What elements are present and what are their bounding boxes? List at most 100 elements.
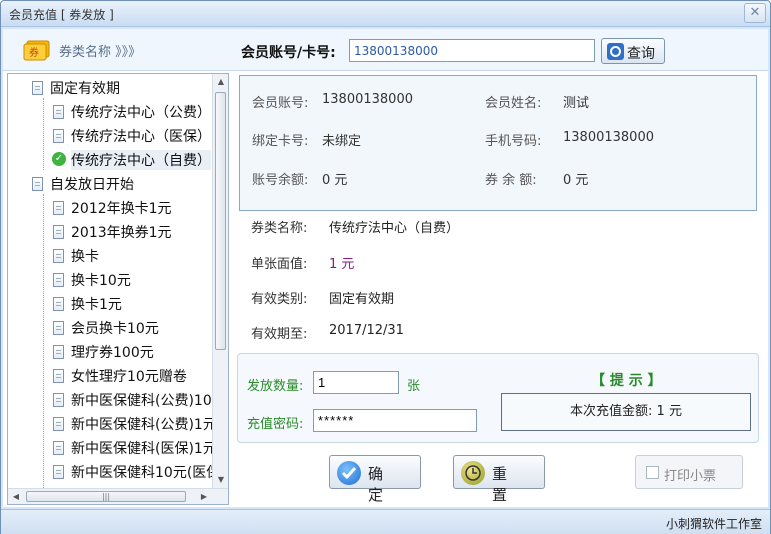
tree-connector xyxy=(43,194,44,488)
status-text: 小刺猬软件工作室 xyxy=(665,517,762,531)
password-input[interactable] xyxy=(313,409,477,432)
tree-item[interactable]: 传统疗法中心（医保） xyxy=(8,124,213,148)
expiry-row: 有效期至: 2017/12/31 xyxy=(251,323,404,342)
document-icon xyxy=(53,441,64,455)
password-label: 充值密码: xyxy=(247,417,304,432)
scroll-left-icon[interactable]: ◀ xyxy=(8,489,24,504)
document-icon xyxy=(53,105,64,119)
quantity-unit: 张 xyxy=(407,379,421,394)
coupon-icon: 券 xyxy=(23,40,50,61)
tree-item-label: 换卡 xyxy=(71,249,99,265)
checkbox-icon[interactable] xyxy=(646,466,659,479)
member-account-label: 会员账号: xyxy=(252,96,309,111)
tree-item-label: 新中医保健科(医保)1元 xyxy=(71,441,213,457)
quantity-input[interactable] xyxy=(313,371,399,394)
svg-text:券: 券 xyxy=(29,46,39,59)
expiry-label: 有效期至: xyxy=(251,327,308,342)
card-value: 未绑定 xyxy=(322,134,362,149)
tree-horizontal-scrollbar[interactable]: ◀ ||| ▶ xyxy=(8,488,228,504)
query-button[interactable]: 查询 xyxy=(601,38,665,64)
scroll-right-icon[interactable]: ▶ xyxy=(196,489,212,504)
tree-item[interactable]: 2013年换券1元 xyxy=(8,220,213,244)
tree-item-label: 换卡1元 xyxy=(71,297,122,313)
tree-item[interactable]: 换卡 xyxy=(8,244,213,268)
valid-type-value: 固定有效期 xyxy=(329,292,395,307)
tree-item-label: 新中医保健科(公费)1元 xyxy=(71,417,213,433)
tree-item-label: 2012年换卡1元 xyxy=(71,201,172,217)
balance-label: 账号余额: xyxy=(252,173,309,188)
tree-item[interactable]: 新中医保健科(公费)1元 xyxy=(8,412,213,436)
face-value-row: 单张面值: 1 元 xyxy=(251,253,354,272)
tree-item[interactable]: 新中医保健科10元(医保 xyxy=(8,460,213,484)
tree-item[interactable]: 新中医保健科(公费)10 xyxy=(8,388,213,412)
face-value-value: 1 元 xyxy=(329,257,355,272)
coupon-balance-label: 券 余 额: xyxy=(485,173,537,188)
expiry-value: 2017/12/31 xyxy=(329,323,404,338)
scroll-thumb[interactable] xyxy=(215,92,226,350)
query-label: 查询 xyxy=(627,46,655,62)
tip-box: 本次充值金额: 1 元 xyxy=(501,393,751,431)
document-icon xyxy=(53,345,64,359)
document-icon xyxy=(53,465,64,479)
tree-item-label: 传统疗法中心（自费） xyxy=(71,150,211,170)
tree-vertical-scrollbar[interactable]: ▲ ▼ xyxy=(212,74,228,488)
status-bar: 小刺猬软件工作室 xyxy=(1,509,770,534)
scroll-up-icon[interactable]: ▲ xyxy=(213,74,228,90)
account-input[interactable] xyxy=(349,39,595,62)
tree-item-label: 会员换卡10元 xyxy=(71,321,159,337)
print-receipt-checkbox[interactable]: 打印小票 xyxy=(635,455,743,489)
tree-item[interactable]: 换卡10元 xyxy=(8,268,213,292)
document-icon xyxy=(53,393,64,407)
coupon-tree: 固定有效期传统疗法中心（公费） 传统疗法中心（医保） ✓ 传统疗法中心（自费） 自发放日… xyxy=(7,73,229,505)
tree-item-label: 女性理疗10元赠卷 xyxy=(71,369,187,385)
coupon-name-label: 券类名称: xyxy=(251,221,308,236)
valid-type-label: 有效类别: xyxy=(251,292,308,307)
top-bar: 券 券类名称 》》》 会员账号/卡号: 查询 xyxy=(3,29,768,71)
tree-item[interactable]: 2012年换卡1元 xyxy=(8,196,213,220)
checkmark-icon xyxy=(337,461,361,485)
member-info-panel: 会员账号: 13800138000 会员姓名: 测试 绑定卡号: 未绑定 手机号… xyxy=(239,75,757,211)
search-icon xyxy=(607,43,624,60)
tree-item[interactable]: 换卡1元 xyxy=(8,292,213,316)
tree-item-label: 换卡10元 xyxy=(71,273,131,289)
tree-item-label: 理疗券100元 xyxy=(71,345,154,361)
tree-item-label: 2013年换券1元 xyxy=(71,225,172,241)
tree-group[interactable]: 自发放日开始 xyxy=(8,172,213,196)
tree-group[interactable]: 固定有效期 xyxy=(8,76,213,100)
document-icon xyxy=(53,417,64,431)
category-title: 券类名称 》》》 xyxy=(59,45,142,60)
close-button[interactable]: ✕ xyxy=(744,3,766,23)
tree-group-label: 固定有效期 xyxy=(50,81,120,97)
tree-item[interactable]: 新中医保健科(医保)1元 xyxy=(8,436,213,460)
tree-item-label: 传统疗法中心（医保） xyxy=(71,129,211,145)
document-icon xyxy=(53,297,64,311)
card-label: 绑定卡号: xyxy=(252,134,309,149)
recharge-window: 会员充值 [ 券发放 ] ✕ 券 券类名称 》》》 会员账号/卡号: 查询 固定… xyxy=(0,0,771,534)
quantity-label: 发放数量: xyxy=(247,379,304,394)
document-icon xyxy=(53,321,64,335)
reset-clock-icon xyxy=(461,461,485,485)
member-account-value: 13800138000 xyxy=(322,92,413,107)
document-icon xyxy=(53,273,64,287)
tree-item[interactable]: ✓ 传统疗法中心（自费） xyxy=(8,148,213,172)
tree-item[interactable]: 理疗券100元 xyxy=(8,340,213,364)
phone-label: 手机号码: xyxy=(485,134,542,149)
check-icon: ✓ xyxy=(52,152,66,166)
tree-item[interactable]: 女性理疗10元赠卷 xyxy=(8,364,213,388)
tree-item[interactable]: 会员换卡10元 xyxy=(8,316,213,340)
account-label: 会员账号/卡号: xyxy=(241,45,336,61)
reset-label: 重 置 xyxy=(492,465,514,504)
balance-value: 0 元 xyxy=(322,173,348,188)
confirm-label: 确 定 xyxy=(368,465,390,504)
coupon-name-value: 传统疗法中心（自费） xyxy=(329,221,460,236)
reset-button[interactable]: 重 置 xyxy=(453,455,545,504)
tree-item-label: 新中医保健科(公费)10 xyxy=(71,393,212,409)
tree-item[interactable]: 传统疗法中心（公费） xyxy=(8,100,213,124)
tree-group-label: 自发放日开始 xyxy=(50,177,134,193)
confirm-button[interactable]: 确 定 xyxy=(329,455,421,504)
hscroll-thumb[interactable]: ||| xyxy=(26,491,186,502)
coupon-name-row: 券类名称: 传统疗法中心（自费） xyxy=(251,217,459,236)
member-name-label: 会员姓名: xyxy=(485,96,542,111)
scroll-down-icon[interactable]: ▼ xyxy=(213,472,228,488)
document-icon xyxy=(32,81,43,95)
